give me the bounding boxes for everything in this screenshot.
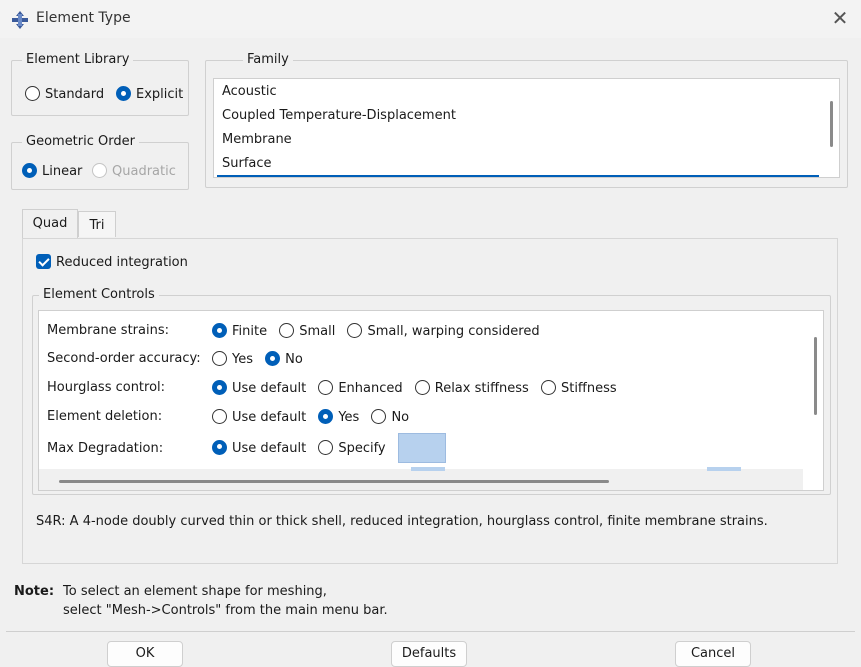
window-title: Element Type — [36, 10, 131, 26]
radio-deletion-default[interactable]: Use default — [212, 409, 307, 425]
element-description: S4R: A 4-node doubly curved thin or thic… — [36, 514, 768, 529]
radio-hourglass-default-label: Use default — [232, 381, 307, 396]
family-item-membrane[interactable]: Membrane — [222, 132, 292, 147]
cancel-button[interactable]: Cancel — [675, 641, 751, 667]
radio-small-warping[interactable]: Small, warping considered — [347, 323, 540, 339]
family-item-acoustic[interactable]: Acoustic — [222, 84, 277, 99]
defaults-button[interactable]: Defaults — [391, 641, 467, 667]
close-icon[interactable]: ✕ — [828, 6, 852, 30]
element-controls-area: Membrane strains: Finite Small Small, wa… — [38, 310, 824, 491]
radio-degradation-specify-indicator — [318, 439, 334, 455]
radio-finite-indicator — [212, 323, 227, 338]
ok-button[interactable]: OK — [107, 641, 183, 667]
radio-accuracy-yes-label: Yes — [232, 352, 253, 367]
element-controls-legend: Element Controls — [39, 287, 159, 302]
radio-small-label: Small — [299, 324, 336, 339]
controls-vscroll-thumb[interactable] — [814, 337, 817, 415]
family-item-coupled-temp-disp[interactable]: Coupled Temperature-Displacement — [222, 108, 456, 123]
radio-hourglass-stiffness-indicator — [540, 380, 556, 395]
radio-hourglass-enhanced-label: Enhanced — [338, 381, 403, 396]
tab-tri[interactable]: Tri — [78, 211, 116, 237]
controls-hscroll-marker-1 — [411, 467, 445, 471]
radio-accuracy-yes-indicator — [212, 351, 227, 366]
radio-degradation-specify-label: Specify — [338, 440, 386, 456]
footer-separator — [6, 631, 855, 632]
radio-accuracy-no-indicator — [265, 351, 281, 366]
radio-deletion-yes-label: Yes — [338, 410, 360, 425]
radio-hourglass-relax-stiffness-indicator — [414, 380, 430, 395]
radio-explicit-label: Explicit — [136, 87, 184, 102]
radio-hourglass-stiffness[interactable]: Stiffness — [540, 380, 617, 396]
element-library-legend: Element Library — [22, 52, 134, 67]
app-icon — [10, 10, 30, 30]
radio-quadratic-indicator — [92, 163, 107, 178]
radio-hourglass-enhanced-indicator — [318, 380, 334, 395]
radio-small-warping-label: Small, warping considered — [367, 324, 540, 339]
radio-accuracy-yes[interactable]: Yes — [212, 351, 253, 367]
note-line-2: select "Mesh->Controls" from the main me… — [63, 603, 388, 618]
radio-standard-label: Standard — [45, 87, 105, 102]
radio-standard-indicator — [25, 86, 40, 101]
family-scrollbar-thumb[interactable] — [830, 101, 833, 147]
radio-deletion-no-indicator — [371, 409, 387, 424]
note-label: Note: — [14, 584, 55, 599]
family-legend: Family — [243, 52, 293, 67]
radio-finite-label: Finite — [232, 324, 268, 339]
element-deletion-label: Element deletion: — [47, 409, 163, 424]
radio-deletion-default-indicator — [212, 409, 227, 424]
family-list[interactable]: Acoustic Coupled Temperature-Displacemen… — [213, 78, 840, 178]
controls-hscroll-marker-2 — [707, 467, 741, 471]
radio-linear[interactable]: Linear — [22, 163, 82, 179]
radio-standard[interactable]: Standard — [25, 86, 104, 102]
radio-deletion-default-label: Use default — [232, 410, 307, 425]
membrane-strains-label: Membrane strains: — [47, 323, 169, 338]
radio-degradation-default-indicator — [212, 439, 227, 455]
radio-hourglass-relax-stiffness-label: Relax stiffness — [434, 381, 529, 396]
radio-deletion-no[interactable]: No — [371, 409, 410, 425]
radio-hourglass-stiffness-label: Stiffness — [560, 381, 617, 396]
max-degradation-label: Max Degradation: — [47, 441, 164, 456]
radio-hourglass-default[interactable]: Use default — [212, 380, 307, 396]
radio-deletion-yes-indicator — [318, 409, 334, 424]
family-selection-underline — [217, 175, 819, 177]
note-line-1: To select an element shape for meshing, — [63, 584, 327, 599]
radio-linear-indicator — [22, 163, 37, 178]
radio-degradation-default[interactable]: Use default — [212, 439, 307, 456]
hourglass-control-label: Hourglass control: — [47, 380, 166, 395]
reduced-integration-label: Reduced integration — [56, 255, 188, 270]
radio-quadratic-label: Quadratic — [112, 164, 176, 179]
radio-small[interactable]: Small — [279, 323, 336, 339]
radio-hourglass-default-indicator — [212, 380, 227, 395]
radio-hourglass-relax-stiffness[interactable]: Relax stiffness — [414, 380, 529, 396]
checkbox-checked-icon — [36, 254, 51, 269]
radio-finite[interactable]: Finite — [212, 323, 268, 339]
radio-hourglass-enhanced[interactable]: Enhanced — [318, 380, 403, 396]
radio-linear-label: Linear — [42, 164, 83, 179]
radio-small-indicator — [279, 323, 295, 338]
radio-explicit[interactable]: Explicit — [116, 86, 183, 102]
geometric-order-legend: Geometric Order — [22, 134, 139, 149]
radio-accuracy-no-label: No — [285, 352, 303, 367]
radio-explicit-indicator — [116, 86, 131, 101]
family-item-surface[interactable]: Surface — [222, 156, 272, 171]
tab-quad[interactable]: Quad — [22, 209, 78, 239]
radio-accuracy-no[interactable]: No — [265, 351, 303, 367]
reduced-integration-checkbox[interactable]: Reduced integration — [36, 254, 188, 270]
radio-degradation-specify[interactable]: Specify — [318, 439, 386, 456]
radio-deletion-yes[interactable]: Yes — [318, 409, 360, 425]
second-order-accuracy-label: Second-order accuracy: — [47, 351, 201, 366]
radio-small-warping-indicator — [347, 323, 363, 338]
controls-hscroll-thumb[interactable] — [59, 480, 609, 483]
radio-quadratic: Quadratic — [92, 163, 176, 179]
max-degradation-input[interactable] — [397, 433, 446, 463]
radio-degradation-default-label: Use default — [232, 440, 307, 456]
radio-deletion-no-label: No — [391, 410, 410, 425]
